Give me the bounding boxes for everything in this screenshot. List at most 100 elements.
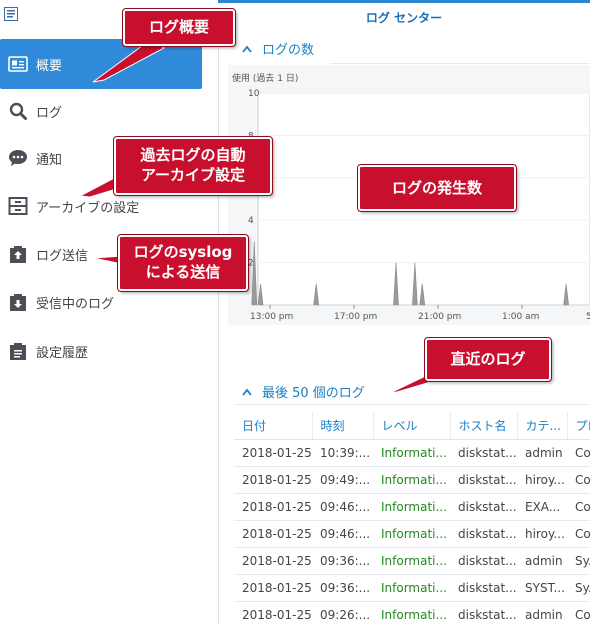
table-row[interactable]: 2018-01-25 09:26:... Informati... diskstat.… [234, 601, 590, 624]
callout-syslog-line: による送信 [145, 263, 221, 281]
cell-date: 2018-01-25 [234, 439, 312, 467]
table-header-row: 日付 時刻 レベル ホスト名 カテ... プロ... [234, 412, 590, 440]
cell-host: diskstat... [450, 466, 517, 494]
column-header-date[interactable]: 日付 [234, 412, 313, 440]
cell-category: EXA... [517, 493, 567, 521]
cell-program: Sy... [567, 547, 590, 575]
log-count-section-header[interactable]: ログの数 [242, 39, 314, 58]
cell-program: Co... [567, 493, 590, 521]
sidebar-item-label: 設定履歴 [36, 345, 89, 361]
cell-time: 10:39:... [312, 439, 373, 467]
sidebar: 概要 ログ 通知 アーカイブの設定 ログ送信 受信中のログ 設定履歴 [0, 35, 218, 624]
cell-level: Informati... [373, 520, 450, 548]
cell-level: Informati... [373, 493, 450, 521]
cell-program: Co... [567, 520, 590, 548]
cell-level: Informati... [373, 574, 450, 602]
cell-date: 2018-01-25 [234, 520, 312, 548]
column-header-level[interactable]: レベル [373, 412, 451, 440]
cell-time: 09:46:... [312, 520, 373, 548]
table-row[interactable]: 2018-01-25 09:46:... Informati... diskstat.… [234, 493, 590, 521]
callout-syslog: ログのsyslog による送信 [117, 234, 249, 292]
x-tick-label: 21:00 pm [418, 312, 461, 322]
callout-recent: 直近のログ [424, 337, 552, 382]
upload-clipboard-icon [8, 244, 28, 264]
cell-host: diskstat... [450, 520, 517, 548]
sidebar-item-overview[interactable]: 概要 [0, 39, 202, 89]
recent-logs-section-header[interactable]: 最後 50 個のログ [242, 382, 365, 401]
overview-card-icon [8, 54, 28, 74]
cell-level: Informati... [373, 439, 450, 467]
chevron-up-icon [242, 45, 252, 53]
sidebar-item-label: 受信中のログ [36, 296, 115, 312]
y-tick-label: 10 [248, 89, 260, 99]
cell-category: hiroy... [517, 466, 567, 494]
sidebar-item-label: ログ送信 [36, 248, 89, 264]
cell-host: diskstat... [450, 493, 517, 521]
callout-archive-line: アーカイブ設定 [140, 166, 246, 184]
cell-category: SYST... [517, 574, 567, 602]
x-tick-label: 5:00 am [586, 312, 590, 322]
x-tick-label: 13:00 pm [250, 312, 293, 322]
cell-level: Informati... [373, 466, 450, 494]
callout-overview: ログ概要 [122, 8, 236, 47]
callout-chart: ログの発生数 [357, 164, 517, 212]
table-row[interactable]: 2018-01-25 09:49:... Informati... diskstat.… [234, 466, 590, 494]
clipboard-list-icon [8, 341, 28, 361]
cell-level: Informati... [373, 547, 450, 575]
recent-logs-section-title: 最後 50 個のログ [262, 386, 365, 401]
cell-date: 2018-01-25 [234, 466, 312, 494]
cell-category: admin [517, 601, 567, 624]
y-tick-label: 4 [248, 216, 254, 226]
callout-archive: 過去ログの自動 アーカイブ設定 [113, 136, 273, 196]
archive-box-icon [8, 196, 28, 216]
cell-time: 09:36:... [312, 574, 373, 602]
cell-host: diskstat... [450, 601, 517, 624]
sidebar-item-label: アーカイブの設定 [36, 200, 140, 216]
cell-program: Co... [567, 601, 590, 624]
cell-category: admin [517, 547, 567, 575]
x-tick-label: 1:00 am [502, 312, 539, 322]
sidebar-item-label: 通知 [36, 152, 63, 168]
cell-time: 09:26:... [312, 601, 373, 624]
data-spike [251, 241, 258, 306]
chevron-up-icon [242, 388, 252, 396]
cell-category: hiroy... [517, 520, 567, 548]
x-tick-label: 17:00 pm [334, 312, 377, 322]
cell-date: 2018-01-25 [234, 547, 312, 575]
y-tick-label: 2 [248, 259, 254, 269]
cell-date: 2018-01-25 [234, 493, 312, 521]
recent-logs-table: 日付 時刻 レベル ホスト名 カテ... プロ... 2018-01-2510:… [234, 412, 590, 624]
sidebar-item-label: ログ [36, 105, 63, 121]
cell-program: Co... [567, 466, 590, 494]
window-title: ログ センター [365, 11, 443, 25]
table-row[interactable]: 2018-01-25 09:46:... Informati... diskstat.… [234, 520, 590, 548]
cell-host: diskstat... [450, 574, 517, 602]
cell-program: Sy... [567, 574, 590, 602]
cell-time: 09:49:... [312, 466, 373, 494]
cell-host: diskstat... [450, 547, 517, 575]
log-count-section-title: ログの数 [262, 43, 315, 58]
sidebar-divider [218, 35, 219, 624]
column-header-program[interactable]: プロ... [567, 412, 590, 440]
table-row[interactable]: 2018-01-25 09:36:... Informati... diskstat.… [234, 574, 590, 602]
window-title-bar: ログ センター [218, 0, 590, 34]
column-header-category[interactable]: カテ... [517, 412, 568, 440]
sidebar-item-label: 概要 [36, 58, 63, 74]
column-header-host[interactable]: ホスト名 [450, 412, 518, 440]
callout-syslog-line: ログのsyslog [133, 243, 233, 261]
app-icon [3, 6, 19, 22]
cell-date: 2018-01-25 [234, 574, 312, 602]
sidebar-item-settings-history[interactable]: 設定履歴 [0, 326, 202, 376]
table-row[interactable]: 2018-01-25 10:39:... Informati... diskstat.… [234, 439, 590, 467]
column-header-time[interactable]: 時刻 [312, 412, 374, 440]
sidebar-item-logs[interactable]: ログ [0, 86, 202, 136]
download-clipboard-icon [8, 292, 28, 312]
cell-program: Co... [567, 439, 590, 467]
cell-host: diskstat... [450, 439, 517, 467]
chat-bubble-icon [8, 148, 28, 168]
table-row[interactable]: 2018-01-25 09:36:... Informati... diskstat.… [234, 547, 590, 575]
cell-time: 09:36:... [312, 547, 373, 575]
cell-time: 09:46:... [312, 493, 373, 521]
cell-category: admin [517, 439, 567, 467]
callout-archive-line: 過去ログの自動 [140, 146, 246, 164]
